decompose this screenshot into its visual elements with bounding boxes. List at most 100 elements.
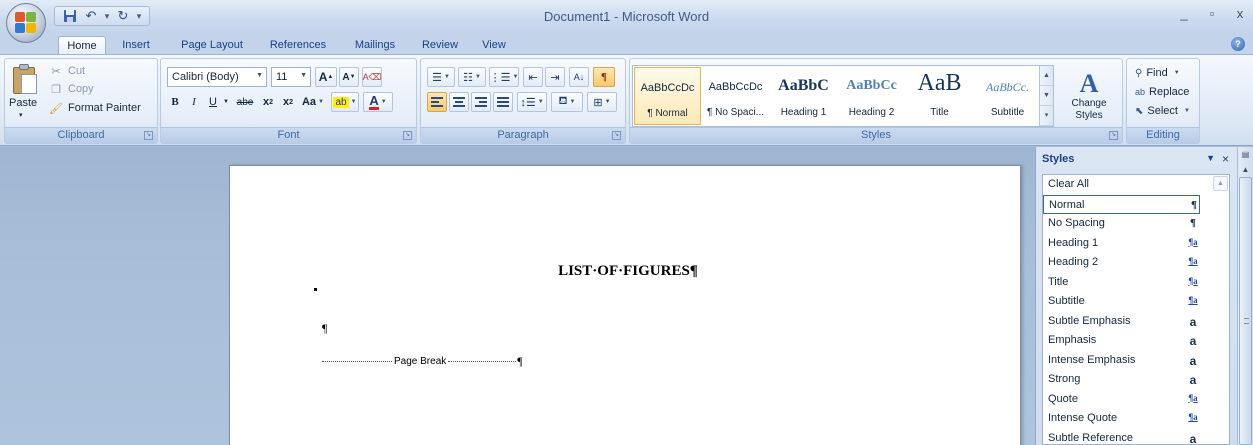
clipboard-launcher-icon[interactable]: ↘ bbox=[144, 131, 153, 140]
align-right-button[interactable] bbox=[471, 92, 491, 112]
align-center-button[interactable] bbox=[449, 92, 469, 112]
bullets-button[interactable]: ☰ ▼ bbox=[427, 67, 455, 87]
multilevel-list-button[interactable]: ⋮☰ ▼ bbox=[489, 67, 519, 87]
gallery-down-icon[interactable]: ▼ bbox=[1040, 86, 1053, 106]
paste-button[interactable]: Paste bbox=[9, 97, 37, 109]
styles-pane: Styles ▼ × Clear All Normal ¶ No Spacing ¶… bbox=[1035, 147, 1237, 445]
style-item-label: Heading 1 bbox=[1048, 236, 1099, 249]
paragraph-mark[interactable]: ¶ bbox=[322, 321, 327, 336]
strikethrough-button[interactable]: abe bbox=[233, 92, 257, 112]
style-card-heading-1[interactable]: AaBbC Heading 1 bbox=[770, 67, 837, 125]
borders-button[interactable]: ⊞ ▼ bbox=[587, 92, 617, 112]
cut-button[interactable]: ✂ Cut bbox=[49, 63, 85, 79]
justify-button[interactable] bbox=[493, 92, 513, 112]
style-item-strong[interactable]: Strong a bbox=[1043, 370, 1229, 390]
decrease-indent-icon[interactable]: ⇤ bbox=[523, 67, 543, 87]
style-item-normal[interactable]: Normal ¶ bbox=[1043, 194, 1200, 214]
styles-list-scrollbar[interactable]: ▲ bbox=[1212, 175, 1229, 444]
style-item-subtle-emphasis[interactable]: Subtle Emphasis a bbox=[1043, 312, 1229, 332]
tab-view[interactable]: View bbox=[478, 36, 510, 55]
document-page[interactable]: LIST·OF·FIGURES¶ ¶ Page Break ¶ bbox=[229, 165, 1021, 445]
style-item-subtle-reference[interactable]: Subtle Reference a bbox=[1043, 429, 1229, 445]
show-hide-pilcrow-icon[interactable]: ¶ bbox=[593, 67, 615, 87]
tab-insert[interactable]: Insert bbox=[118, 36, 154, 55]
font-color-button[interactable]: A ▼ bbox=[363, 92, 393, 112]
replace-button[interactable]: ab Replace bbox=[1135, 84, 1189, 100]
scroll-up-icon[interactable]: ▲ bbox=[1213, 176, 1228, 191]
format-painter-button[interactable]: 🖌 Format Painter bbox=[49, 100, 141, 116]
font-size-combo[interactable]: 11 ▼ bbox=[271, 67, 311, 87]
paste-icon[interactable] bbox=[13, 64, 39, 94]
style-card-title[interactable]: AaB Title bbox=[906, 67, 973, 125]
scroll-up-icon[interactable]: ▲ bbox=[1239, 163, 1253, 177]
style-item-heading-1[interactable]: Heading 1 ¶a bbox=[1043, 234, 1229, 254]
style-item-subtitle[interactable]: Subtitle ¶a bbox=[1043, 292, 1229, 312]
change-case-button[interactable]: Aa ▼ bbox=[300, 92, 326, 112]
style-item-no-spacing[interactable]: No Spacing ¶ bbox=[1043, 214, 1229, 234]
align-center-icon bbox=[453, 97, 465, 107]
underline-dropdown-icon[interactable]: ▼ bbox=[222, 92, 230, 112]
ruler-toggle-icon[interactable]: ▤ bbox=[1239, 148, 1253, 162]
style-item-quote[interactable]: Quote ¶a bbox=[1043, 390, 1229, 410]
font-launcher-icon[interactable]: ↘ bbox=[403, 131, 412, 140]
font-name-combo[interactable]: Calibri (Body) ▼ bbox=[167, 67, 267, 87]
align-left-button[interactable] bbox=[427, 92, 447, 112]
highlight-button[interactable]: ab ▼ bbox=[331, 92, 359, 112]
select-button[interactable]: ⬉ Select ▼ bbox=[1135, 103, 1190, 119]
change-styles-icon: A bbox=[1079, 69, 1099, 98]
styles-group: AaBbCcDc ¶ Normal AaBbCcDc ¶ No Spaci...… bbox=[629, 58, 1123, 144]
change-styles-label: Change Styles bbox=[1071, 98, 1107, 121]
gallery-up-icon[interactable]: ▲ bbox=[1040, 66, 1053, 86]
help-icon[interactable]: ? bbox=[1231, 37, 1245, 51]
numbering-button[interactable]: ☷ ▼ bbox=[458, 67, 486, 87]
pane-close-icon[interactable]: × bbox=[1222, 152, 1229, 166]
clear-formatting-icon[interactable]: A⌫ bbox=[362, 67, 382, 87]
minimize-button[interactable]: _ bbox=[1177, 6, 1191, 21]
grow-font-button[interactable]: A ▲ bbox=[315, 67, 337, 87]
style-item-emphasis[interactable]: Emphasis a bbox=[1043, 331, 1229, 351]
style-item-title[interactable]: Title ¶a bbox=[1043, 273, 1229, 293]
style-item-heading-2[interactable]: Heading 2 ¶a bbox=[1043, 253, 1229, 273]
tab-home[interactable]: Home bbox=[58, 36, 106, 55]
character-style-icon: a bbox=[1189, 431, 1197, 445]
paste-dropdown-icon[interactable]: ▾ bbox=[19, 111, 23, 119]
line-spacing-button[interactable]: ↕☰ ▼ bbox=[517, 92, 547, 112]
tab-references[interactable]: References bbox=[266, 36, 330, 55]
style-card-subtitle[interactable]: AaBbCc. Subtitle bbox=[974, 67, 1041, 125]
increase-indent-icon[interactable]: ⇥ bbox=[545, 67, 565, 87]
close-button[interactable]: x bbox=[1233, 6, 1247, 21]
tab-mailings[interactable]: Mailings bbox=[350, 36, 400, 55]
change-styles-button[interactable]: A Change Styles bbox=[1060, 63, 1118, 129]
subscript-button[interactable]: x2 bbox=[259, 92, 277, 112]
vertical-scrollbar[interactable]: ▤ ▲ bbox=[1237, 147, 1253, 445]
copy-button[interactable]: ❐ Copy bbox=[49, 81, 94, 97]
style-card-normal[interactable]: AaBbCcDc ¶ Normal bbox=[634, 67, 701, 125]
style-card-no-spacing[interactable]: AaBbCcDc ¶ No Spaci... bbox=[702, 67, 769, 125]
office-button[interactable] bbox=[6, 3, 46, 43]
shrink-font-button[interactable]: A ▼ bbox=[339, 67, 359, 87]
page-break[interactable]: Page Break ¶ bbox=[322, 354, 523, 368]
superscript-button[interactable]: x2 bbox=[279, 92, 297, 112]
style-item-clear-all[interactable]: Clear All bbox=[1043, 175, 1229, 195]
pane-options-dropdown-icon[interactable]: ▼ bbox=[1206, 153, 1215, 163]
find-button[interactable]: ⚲ Find ▼ bbox=[1135, 65, 1180, 81]
tab-review[interactable]: Review bbox=[420, 36, 460, 55]
underline-button[interactable]: U bbox=[205, 92, 221, 112]
paragraph-launcher-icon[interactable]: ↘ bbox=[612, 131, 621, 140]
binoculars-icon: ⚲ bbox=[1135, 67, 1143, 79]
linked-style-icon: ¶a bbox=[1188, 275, 1198, 286]
chevron-down-icon: ▼ bbox=[256, 72, 263, 79]
italic-button[interactable]: I bbox=[186, 92, 202, 112]
style-item-intense-quote[interactable]: Intense Quote ¶a bbox=[1043, 409, 1229, 429]
bold-button[interactable]: B bbox=[167, 92, 183, 112]
sort-icon[interactable]: A↓ bbox=[569, 67, 589, 87]
style-card-heading-2[interactable]: AaBbCc Heading 2 bbox=[838, 67, 905, 125]
style-item-intense-emphasis[interactable]: Intense Emphasis a bbox=[1043, 351, 1229, 371]
tab-page-layout[interactable]: Page Layout bbox=[176, 36, 248, 55]
scrollbar-thumb[interactable] bbox=[1239, 177, 1252, 445]
gallery-more-icon[interactable]: ▾ bbox=[1040, 106, 1053, 126]
document-heading[interactable]: LIST·OF·FIGURES¶ bbox=[230, 263, 1020, 280]
shading-button[interactable]: ⛾ ▼ bbox=[551, 92, 583, 112]
restore-button[interactable]: ▫ bbox=[1205, 6, 1219, 21]
styles-launcher-icon[interactable]: ↘ bbox=[1109, 131, 1118, 140]
